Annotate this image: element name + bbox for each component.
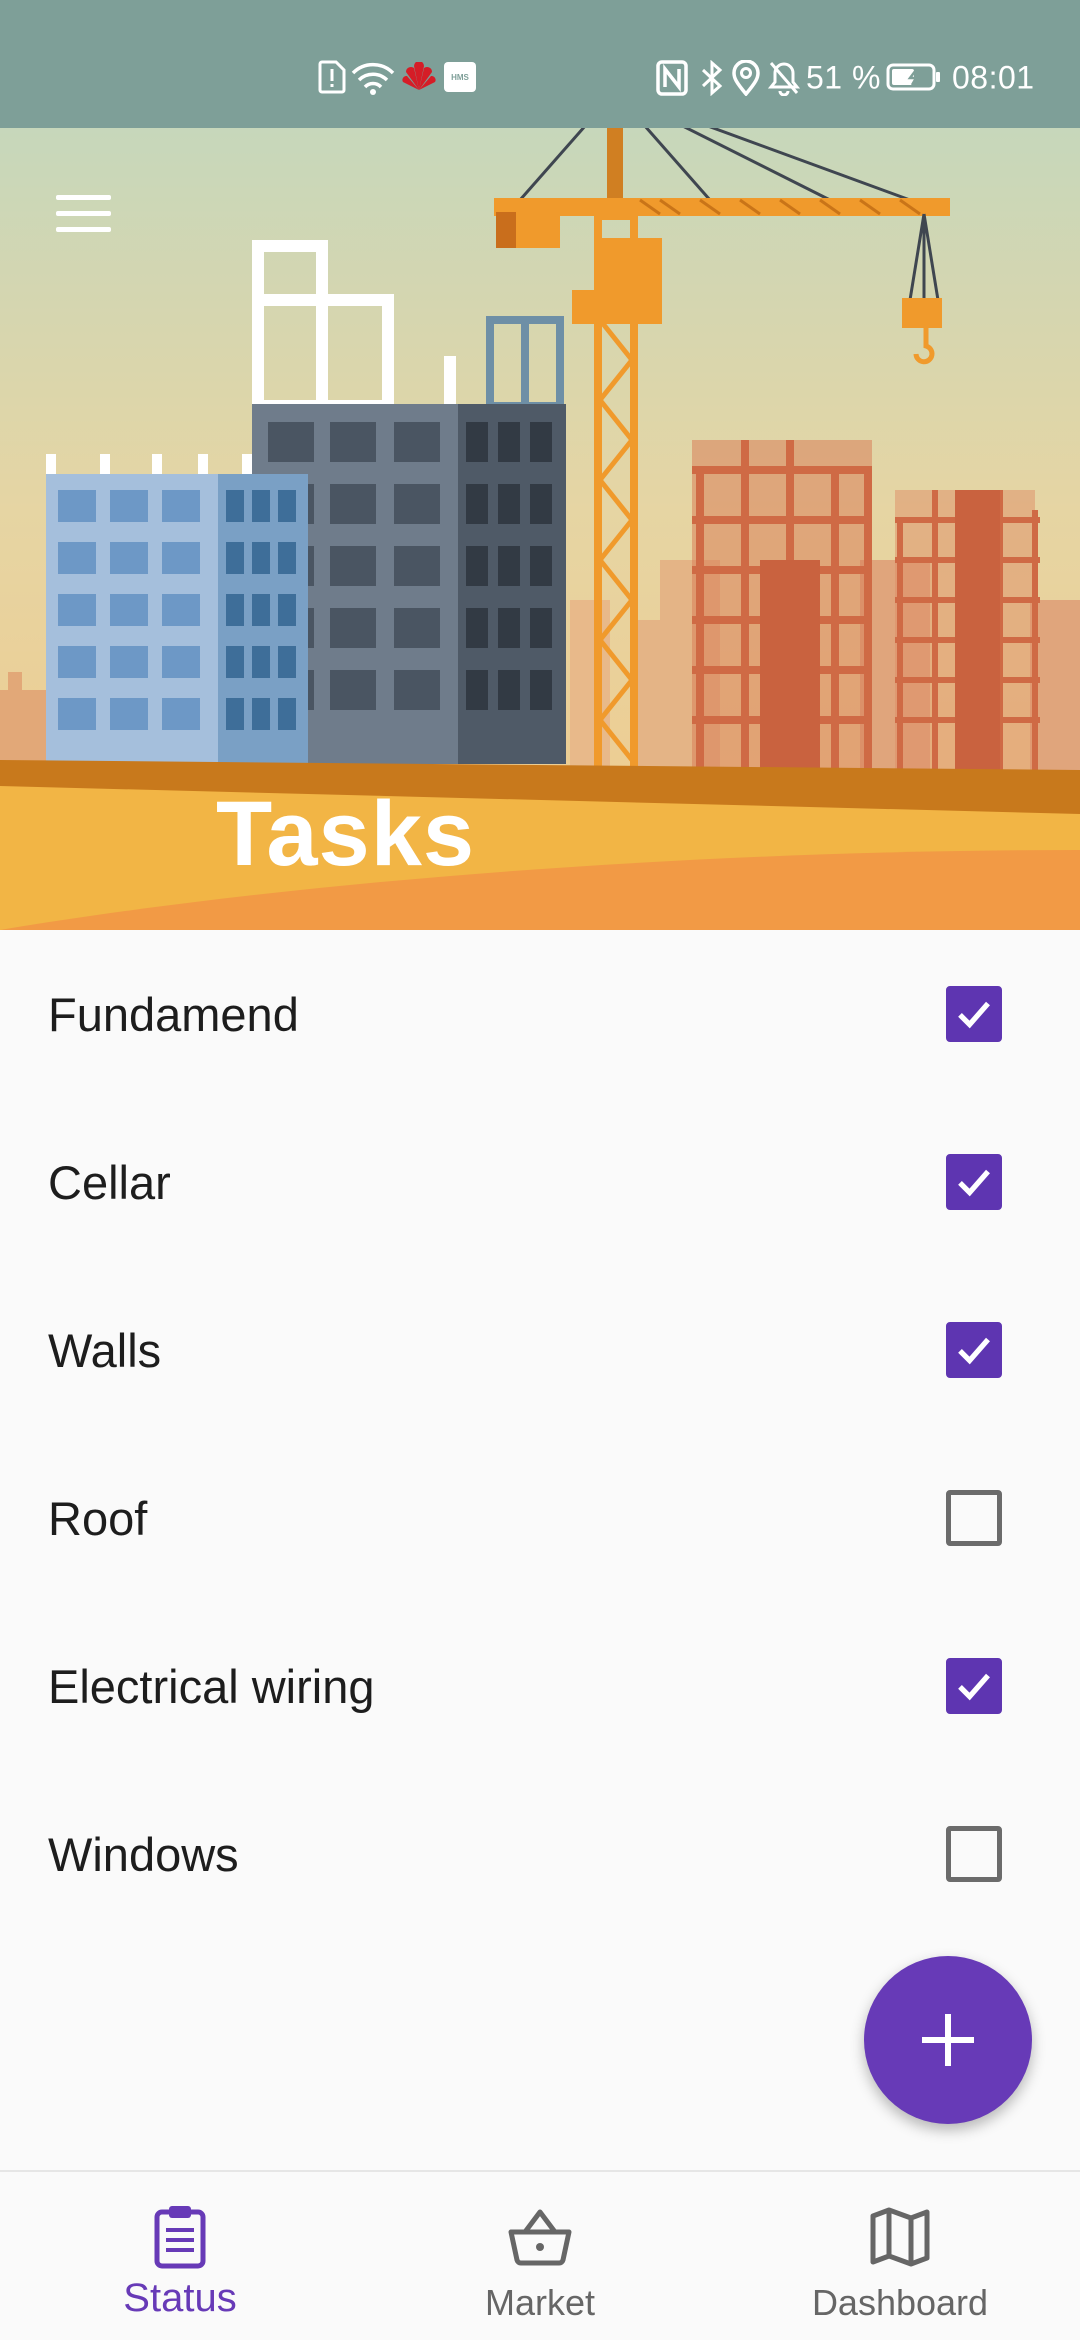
task-checkbox[interactable]: [946, 986, 1002, 1042]
menu-icon-line: [56, 226, 111, 232]
task-label: Cellar: [48, 1155, 171, 1209]
bluetooth-icon: [701, 60, 723, 96]
header-illustration: [0, 0, 1080, 930]
nav-item-dashboard[interactable]: Dashboard: [720, 2172, 1080, 2340]
task-checkbox[interactable]: [946, 1490, 1002, 1546]
nfc-icon: [656, 60, 688, 96]
task-item[interactable]: Electrical wiring: [0, 1602, 1080, 1770]
clipboard-icon: [154, 2206, 206, 2269]
menu-icon-line: [56, 194, 111, 200]
nav-item-status[interactable]: Status: [0, 2172, 360, 2340]
page-title: Tasks: [216, 783, 476, 885]
check-icon: [958, 1001, 990, 1029]
bell-off-icon: [768, 62, 800, 96]
task-item[interactable]: Walls: [0, 1266, 1080, 1434]
nav-label: Status: [123, 2276, 237, 2320]
task-checkbox[interactable]: [946, 1826, 1002, 1882]
menu-icon[interactable]: [40, 175, 130, 251]
clock: 08:01: [952, 59, 1035, 96]
task-label: Fundamend: [48, 987, 299, 1041]
sim-alert-icon: [318, 60, 346, 94]
nav-label: Dashboard: [811, 2282, 989, 2323]
task-item[interactable]: Cellar: [0, 1098, 1080, 1266]
task-checkbox[interactable]: [946, 1658, 1002, 1714]
huawei-logo-icon: [402, 62, 436, 90]
bottom-navigation: Status Market Dashboard: [0, 2170, 1080, 2340]
task-label: Walls: [48, 1323, 162, 1377]
task-item[interactable]: Windows: [0, 1770, 1080, 1938]
task-item[interactable]: Fundamend: [0, 930, 1080, 1098]
hms-icon: HMS: [444, 62, 476, 92]
check-icon: [958, 1337, 990, 1365]
task-label: Roof: [48, 1491, 148, 1545]
task-checkbox[interactable]: [946, 1322, 1002, 1378]
task-item[interactable]: Roof: [0, 1434, 1080, 1602]
menu-icon-line: [56, 210, 111, 216]
status-bar: HMS 51 % 08:01: [0, 0, 1080, 128]
map-icon: [870, 2207, 930, 2267]
add-task-button[interactable]: [864, 1956, 1032, 2124]
task-checkbox[interactable]: [946, 1154, 1002, 1210]
check-icon: [958, 1673, 990, 1701]
nav-item-market[interactable]: Market: [360, 2172, 720, 2340]
app-screen: HMS 51 % 08:01 Tasks Fundamend Cellar Wa…: [0, 0, 1080, 2340]
construction-illustration: [0, 0, 1080, 930]
wifi-icon: [351, 62, 395, 95]
location-icon: [732, 60, 760, 96]
plus-icon: [922, 2014, 974, 2066]
task-list: Fundamend Cellar Walls Roof Electrical w…: [0, 930, 1080, 1938]
battery-icon: [886, 63, 940, 91]
nav-label: Market: [484, 2282, 596, 2323]
check-icon: [958, 1169, 990, 1197]
battery-percentage: 51 %: [806, 59, 881, 96]
basket-icon: [508, 2209, 572, 2266]
task-label: Windows: [48, 1827, 239, 1881]
task-label: Electrical wiring: [48, 1659, 375, 1713]
